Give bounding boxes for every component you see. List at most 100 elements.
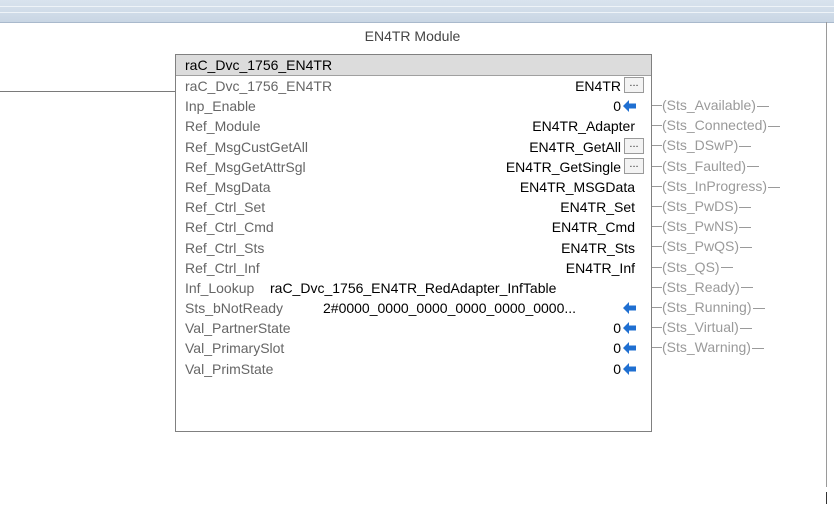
pin-wire	[652, 125, 662, 127]
pin-wire	[652, 185, 662, 187]
param-name: Ref_Ctrl_Cmd	[185, 219, 274, 236]
rung-input-wire	[0, 91, 175, 92]
right-power-rail	[826, 22, 827, 487]
param-row-ref-msgcustgetall[interactable]: Ref_MsgCustGetAll EN4TR_GetAll...	[176, 137, 651, 157]
param-name: Ref_Module	[185, 118, 261, 135]
pin-wire	[652, 266, 662, 268]
output-pin-sts-virtual[interactable]: (Sts_Virtual)	[652, 317, 826, 337]
param-row-ref-msgdata[interactable]: Ref_MsgData EN4TR_MSGData	[176, 177, 651, 197]
output-pin-label: (Sts_Connected)	[662, 115, 781, 135]
param-name: Ref_MsgData	[185, 178, 271, 195]
pin-wire	[652, 226, 662, 228]
browse-button[interactable]: ...	[624, 157, 644, 174]
param-name: Ref_MsgGetAttrSgl	[185, 158, 306, 175]
param-value[interactable]: EN4TR_GetSingle	[506, 157, 621, 177]
output-pin-label: (Sts_PwDS)	[662, 196, 752, 216]
param-name: Ref_MsgCustGetAll	[185, 138, 308, 155]
param-value[interactable]: 0	[613, 338, 621, 358]
pin-wire	[652, 205, 662, 207]
param-row-ref-msggetattrsgl[interactable]: Ref_MsgGetAttrSgl EN4TR_GetSingle...	[176, 157, 651, 177]
left-arrow-icon	[623, 322, 636, 335]
param-name: Inp_Enable	[185, 98, 256, 115]
left-arrow-icon	[623, 302, 636, 315]
param-value[interactable]: EN4TR_MSGData	[520, 177, 635, 197]
param-row-ref-ctrl-inf[interactable]: Ref_Ctrl_Inf EN4TR_Inf	[176, 258, 651, 278]
output-pin-label: (Sts_PwQS)	[662, 236, 753, 256]
param-name: Inf_Lookup	[185, 279, 255, 296]
param-value[interactable]: EN4TR_Adapter	[532, 116, 635, 136]
output-pin-sts-ready[interactable]: (Sts_Ready)	[652, 277, 826, 297]
output-pin-sts-pwqs[interactable]: (Sts_PwQS)	[652, 236, 826, 256]
output-pin-sts-inprogress[interactable]: (Sts_InProgress)	[652, 176, 826, 196]
param-value[interactable]: EN4TR_Inf	[566, 258, 635, 278]
param-row-ref-ctrl-set[interactable]: Ref_Ctrl_Set EN4TR_Set	[176, 197, 651, 217]
output-pin-label: (Sts_DSwP)	[662, 135, 752, 155]
param-value[interactable]: EN4TR_Set	[560, 197, 635, 217]
output-pin-label: (Sts_Virtual)	[662, 317, 752, 337]
param-value[interactable]: EN4TR	[575, 76, 621, 96]
cursor-caret	[826, 492, 827, 504]
output-pin-sts-available[interactable]: (Sts_Available)	[652, 95, 826, 115]
param-row-val-primaryslot[interactable]: Val_PrimarySlot 0	[176, 338, 651, 358]
param-row-val-primstate[interactable]: Val_PrimState 0	[176, 359, 651, 379]
pin-wire	[652, 165, 662, 167]
output-pin-sts-pwds[interactable]: (Sts_PwDS)	[652, 196, 826, 216]
param-name: Val_PrimState	[185, 360, 274, 377]
output-pin-sts-warning[interactable]: (Sts_Warning)	[652, 337, 826, 357]
param-row-sts-bnotready[interactable]: Sts_bNotReady 2#0000_0000_0000_0000_0000_…	[176, 298, 651, 318]
pin-wire	[652, 286, 662, 288]
pin-wire	[652, 347, 662, 349]
output-pin-label: (Sts_Running)	[662, 297, 765, 317]
block-header: raC_Dvc_1756_EN4TR	[176, 55, 651, 76]
param-value[interactable]: 0	[613, 318, 621, 338]
output-pin-sts-qs[interactable]: (Sts_QS)	[652, 257, 826, 277]
aoi-instruction-block[interactable]: raC_Dvc_1756_EN4TR raC_Dvc_1756_EN4TR EN4…	[175, 54, 652, 432]
left-arrow-icon	[623, 362, 636, 375]
output-pin-sts-connected[interactable]: (Sts_Connected)	[652, 115, 826, 135]
output-pin-sts-dswp[interactable]: (Sts_DSwP)	[652, 135, 826, 155]
param-name: Ref_Ctrl_Inf	[185, 259, 260, 276]
param-value[interactable]: raC_Dvc_1756_EN4TR_RedAdapter_InfTable	[270, 278, 556, 298]
param-name: raC_Dvc_1756_EN4TR	[185, 78, 333, 94]
param-name: Sts_bNotReady	[185, 300, 284, 317]
param-row-val-partnerstate[interactable]: Val_PartnerState 0	[176, 318, 651, 338]
output-status-list: (Sts_Available) (Sts_Connected) (Sts_DSwP)…	[652, 95, 826, 357]
block-caption: EN4TR Module	[364, 28, 461, 44]
pin-wire	[652, 246, 662, 248]
output-pin-sts-faulted[interactable]: (Sts_Faulted)	[652, 156, 826, 176]
editor-top-bar	[0, 0, 834, 23]
left-arrow-icon	[623, 342, 636, 355]
left-arrow-icon	[623, 100, 636, 113]
param-value[interactable]: 2#0000_0000_0000_0000_0000_0000...	[323, 298, 576, 318]
param-name: Ref_Ctrl_Sts	[185, 239, 265, 256]
param-value[interactable]: EN4TR_GetAll	[529, 137, 621, 157]
browse-button[interactable]: ...	[624, 77, 644, 93]
pin-wire	[652, 327, 662, 329]
output-pin-sts-running[interactable]: (Sts_Running)	[652, 297, 826, 317]
browse-button[interactable]: ...	[624, 137, 644, 154]
pin-wire	[652, 145, 662, 147]
output-pin-label: (Sts_Available)	[662, 95, 769, 115]
output-pin-sts-pwns[interactable]: (Sts_PwNS)	[652, 216, 826, 236]
param-row-ref-module[interactable]: Ref_Module EN4TR_Adapter	[176, 116, 651, 136]
output-pin-label: (Sts_Faulted)	[662, 156, 760, 176]
param-row-rac-dvc-1756-en4tr[interactable]: raC_Dvc_1756_EN4TR EN4TR...	[176, 76, 651, 96]
output-pin-label: (Sts_QS)	[662, 257, 733, 277]
output-pin-label: (Sts_Warning)	[662, 337, 764, 357]
param-value[interactable]: EN4TR_Sts	[561, 238, 635, 258]
param-row-inp-enable[interactable]: Inp_Enable 0	[176, 96, 651, 116]
param-row-ref-ctrl-cmd[interactable]: Ref_Ctrl_Cmd EN4TR_Cmd	[176, 217, 651, 237]
output-pin-label: (Sts_PwNS)	[662, 216, 752, 236]
param-row-inf-lookup[interactable]: Inf_Lookup raC_Dvc_1756_EN4TR_RedAdapter_…	[176, 278, 651, 298]
param-value[interactable]: EN4TR_Cmd	[552, 217, 635, 237]
param-value[interactable]: 0	[613, 359, 621, 379]
output-pin-label: (Sts_Ready)	[662, 277, 753, 297]
output-pin-label: (Sts_InProgress)	[662, 176, 781, 196]
param-value[interactable]: 0	[613, 96, 621, 116]
param-name: Ref_Ctrl_Set	[185, 199, 266, 216]
pin-wire	[652, 105, 662, 106]
param-row-ref-ctrl-sts[interactable]: Ref_Ctrl_Sts EN4TR_Sts	[176, 238, 651, 258]
param-name: Val_PartnerState	[185, 320, 291, 337]
pin-wire	[652, 306, 662, 308]
param-name: Val_PrimarySlot	[185, 340, 285, 357]
